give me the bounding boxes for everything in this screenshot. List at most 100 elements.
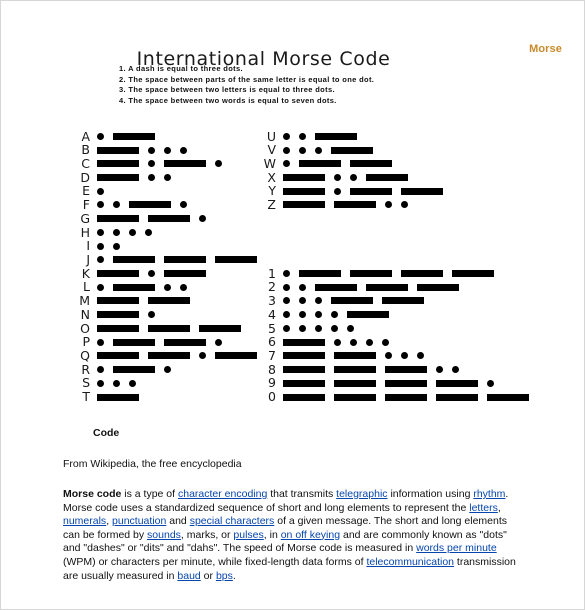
morse-dot-icon: [299, 283, 306, 291]
morse-dash-icon: [97, 393, 139, 401]
article-link[interactable]: pulses: [233, 529, 263, 541]
morse-dash-icon: [385, 393, 427, 401]
morse-dash-icon: [199, 324, 241, 332]
article-link[interactable]: numerals: [63, 515, 106, 527]
morse-symbol-sequence: [97, 349, 266, 363]
morse-dot-icon: [487, 379, 494, 387]
morse-dot-icon: [331, 324, 338, 332]
morse-dash-icon: [164, 338, 206, 346]
morse-symbol-sequence: [97, 280, 196, 294]
morse-dash-icon: [283, 187, 325, 195]
source-attribution: From Wikipedia, the free encyclopedia: [63, 458, 242, 470]
article-text: information using: [387, 488, 474, 500]
morse-character-label: W: [263, 155, 276, 171]
morse-chart-row: N: [76, 308, 164, 322]
article-link[interactable]: sounds: [147, 529, 181, 541]
morse-dash-icon: [334, 201, 376, 209]
article-link[interactable]: punctuation: [112, 515, 166, 527]
morse-chart-row: 0: [262, 390, 538, 404]
article-link[interactable]: on off keying: [281, 529, 340, 541]
morse-dot-icon: [315, 146, 322, 154]
morse-character-label: R: [81, 361, 90, 377]
morse-symbol-sequence: [97, 130, 164, 144]
morse-dot-icon: [436, 366, 443, 374]
morse-dot-icon: [350, 174, 357, 181]
article-text: and: [166, 515, 190, 528]
morse-dot-icon: [283, 160, 290, 168]
morse-dash-icon: [113, 132, 155, 140]
morse-chart-row: G: [76, 212, 215, 226]
morse-dot-icon: [148, 146, 155, 154]
morse-dot-icon: [334, 338, 341, 346]
morse-chart-row: A: [76, 129, 164, 144]
morse-symbol-sequence: [97, 143, 196, 157]
morse-dot-icon: [331, 311, 338, 319]
article-link[interactable]: character encoding: [178, 488, 267, 500]
morse-dash-icon: [366, 283, 408, 291]
article-link[interactable]: words per minute: [416, 542, 497, 554]
article-link[interactable]: telecommunication: [366, 556, 454, 568]
morse-dot-icon: [283, 146, 290, 154]
morse-symbol-sequence: [283, 294, 433, 308]
morse-symbol-sequence: [283, 363, 468, 377]
article-link[interactable]: rhythm: [473, 488, 505, 500]
article-link[interactable]: telegraphic: [336, 488, 387, 500]
morse-dot-icon: [299, 311, 306, 319]
morse-chart-row: 8: [262, 363, 468, 377]
morse-dot-icon: [452, 366, 459, 374]
morse-symbol-sequence: [283, 130, 366, 144]
morse-dot-icon: [164, 283, 171, 291]
morse-chart-row: O: [76, 321, 250, 336]
morse-dash-icon: [97, 270, 139, 278]
morse-dot-icon: [315, 297, 322, 305]
morse-dash-icon: [315, 283, 357, 291]
morse-dot-icon: [164, 174, 171, 181]
morse-character-label: C: [81, 155, 90, 171]
morse-dash-icon: [97, 352, 139, 360]
morse-character-label: S: [82, 375, 90, 391]
morse-character-label: P: [82, 334, 90, 350]
morse-dot-icon: [366, 338, 373, 346]
morse-character-label: X: [267, 169, 276, 185]
morse-dot-icon: [145, 228, 152, 236]
morse-dash-icon: [215, 352, 257, 360]
article-link[interactable]: baud: [177, 570, 200, 582]
morse-character-label: 8: [268, 361, 276, 377]
article-link[interactable]: letters: [469, 502, 498, 514]
morse-symbol-sequence: [283, 143, 382, 157]
morse-chart-row: 9: [262, 376, 503, 390]
article-link[interactable]: bps: [216, 570, 233, 582]
morse-dot-icon: [97, 201, 104, 209]
morse-dash-icon: [148, 324, 190, 332]
morse-chart-row: F: [76, 198, 196, 212]
morse-dash-icon: [164, 270, 206, 278]
morse-chart-row: E: [76, 184, 113, 198]
morse-symbol-sequence: [97, 294, 199, 308]
morse-character-label: N: [80, 306, 90, 322]
morse-dash-icon: [97, 215, 139, 223]
morse-dot-icon: [283, 297, 290, 305]
morse-dot-icon: [148, 311, 155, 319]
morse-character-label: E: [82, 183, 90, 199]
morse-dot-icon: [97, 366, 104, 374]
morse-chart-row: T: [76, 390, 148, 404]
morse-dot-icon: [315, 324, 322, 332]
morse-chart-row: W: [262, 157, 401, 171]
article-link[interactable]: special characters: [190, 515, 275, 527]
morse-symbol-sequence: [97, 390, 148, 404]
article-text: (WPM) or characters per minute, while fi…: [63, 555, 367, 568]
morse-dash-icon: [334, 352, 376, 360]
morse-dot-icon: [299, 297, 306, 305]
morse-dot-icon: [97, 256, 104, 264]
morse-dot-icon: [283, 311, 290, 319]
morse-character-label: 1: [268, 265, 276, 281]
morse-symbol-sequence: [283, 349, 433, 363]
morse-dash-icon: [350, 187, 392, 195]
morse-character-label: K: [81, 265, 90, 281]
morse-symbol-sequence: [97, 335, 231, 349]
morse-character-label: 9: [268, 375, 276, 391]
morse-code-document-page: International Morse Code Morse 1. A dash…: [0, 0, 585, 610]
morse-dash-icon: [401, 187, 443, 195]
morse-character-label: 0: [268, 389, 276, 405]
morse-dash-icon: [283, 366, 325, 374]
